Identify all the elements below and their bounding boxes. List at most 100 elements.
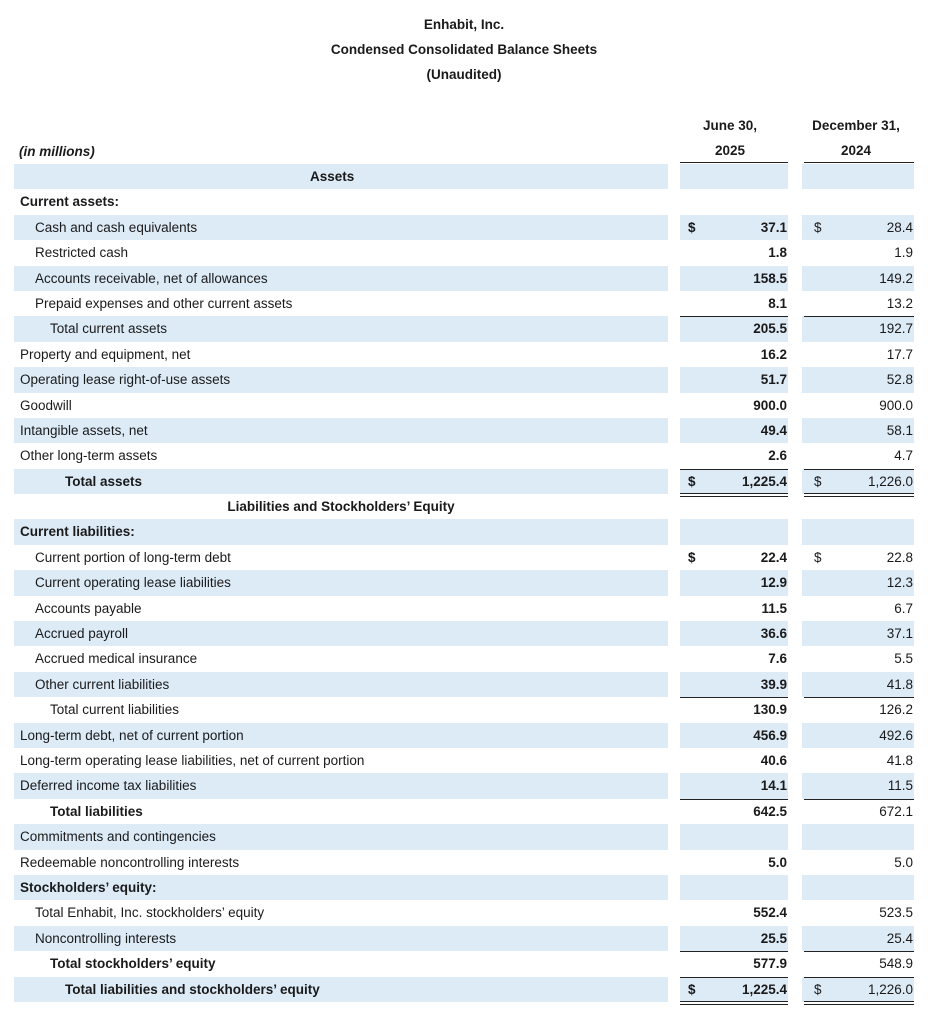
row-label: Accounts payable xyxy=(35,600,142,616)
value-december-2024: 1,226.0 xyxy=(867,473,913,489)
table-row: Accrued payroll 36.6 37.1 xyxy=(14,621,914,647)
column-gap xyxy=(788,874,802,901)
column-gap xyxy=(788,773,802,799)
value-june-2025: 7.6 xyxy=(768,651,787,667)
table-row: Property and equipment, net 16.2 17.7 xyxy=(14,342,914,367)
value-december-2024: 37.1 xyxy=(886,626,913,642)
currency-symbol: $ xyxy=(814,473,822,489)
value-december-2024: 17.7 xyxy=(886,346,913,362)
value-june-2025: 158.5 xyxy=(753,270,787,286)
table-row: Intangible assets, net 49.4 58.1 xyxy=(14,417,914,444)
column-gap xyxy=(668,874,680,901)
subtotal-rule xyxy=(804,697,914,699)
row-label: Total current liabilities xyxy=(50,702,180,718)
balance-sheet-table: Assets Current assets: Cash and cash equiv… xyxy=(14,164,914,1005)
row-label: Other long-term assets xyxy=(20,448,158,464)
currency-symbol: $ xyxy=(814,549,822,565)
value-december-2024: 6.7 xyxy=(894,600,913,616)
column-header-underline xyxy=(804,162,914,163)
table-row: Current liabilities: xyxy=(14,519,914,545)
column-gap xyxy=(668,519,680,545)
column-gap xyxy=(668,570,680,596)
subtotal-rule xyxy=(804,468,914,470)
value-december-2024: 13.2 xyxy=(886,295,913,311)
table-row: Accounts receivable, net of allowances 15… xyxy=(14,265,914,291)
row-label: Other current liabilities xyxy=(35,676,170,692)
table-row: Operating lease right-of-use assets 51.7 5… xyxy=(14,367,914,393)
column-gap xyxy=(668,722,680,748)
value-june-2025: 12.9 xyxy=(760,575,787,591)
value-june-2025: 8.1 xyxy=(768,295,787,311)
column-gap xyxy=(788,925,802,952)
column-gap xyxy=(668,621,680,647)
column-gap xyxy=(788,468,802,495)
column-gap xyxy=(788,417,802,444)
row-label: Total stockholders’ equity xyxy=(50,956,216,972)
value-june-2025: 51.7 xyxy=(760,372,787,388)
value-june-2025: 130.9 xyxy=(753,702,787,718)
column-header-june-line1: June 30, xyxy=(702,118,758,133)
value-december-2024: 5.0 xyxy=(894,854,913,870)
table-row: Accounts payable 11.5 6.7 xyxy=(14,596,914,621)
column-gap xyxy=(788,976,802,1002)
total-double-rule xyxy=(804,1000,914,1005)
value-june-2025: 14.1 xyxy=(760,778,787,794)
currency-symbol: $ xyxy=(688,981,696,997)
value-december-2024: 52.8 xyxy=(886,372,913,388)
row-label: Current portion of long-term debt xyxy=(35,549,231,565)
currency-symbol: $ xyxy=(814,219,822,235)
row-label: Operating lease right-of-use assets xyxy=(20,372,231,388)
table-row: Other long-term assets 2.6 4.7 xyxy=(14,443,914,468)
value-june-2025: 5.0 xyxy=(768,854,787,870)
row-label: Accrued payroll xyxy=(35,626,129,642)
statement-note: (Unaudited) xyxy=(426,67,502,82)
row-label: Property and equipment, net xyxy=(20,346,191,362)
table-row: Noncontrolling interests 25.5 25.4 xyxy=(14,925,914,952)
value-june-2025: 11.5 xyxy=(761,600,787,616)
subtotal-rule xyxy=(680,976,788,978)
table-row: Current operating lease liabilities 12.9 1… xyxy=(14,570,914,596)
section-header-row: Liabilities and Stockholders’ Equity xyxy=(14,494,914,519)
table-row: Long-term operating lease liabilities, n… xyxy=(14,748,914,773)
row-label: Long-term debt, net of current portion xyxy=(20,727,244,743)
row-label: Restricted cash xyxy=(35,245,129,261)
row-label: Cash and cash equivalents xyxy=(35,219,198,235)
table-row: Deferred income tax liabilities 14.1 11.5 xyxy=(14,773,914,799)
subtotal-rule xyxy=(680,316,788,318)
column-header-december-year: 2024 xyxy=(840,143,872,158)
value-december-2024: 672.1 xyxy=(879,803,913,819)
value-june-2025: 22.4 xyxy=(760,549,787,565)
value-june-2025: 25.5 xyxy=(760,930,787,946)
column-gap xyxy=(788,265,802,291)
column-gap xyxy=(668,824,680,850)
table-row: Commitments and contingencies xyxy=(14,824,914,850)
column-gap xyxy=(788,570,802,596)
value-june-2025: 577.9 xyxy=(753,956,787,972)
column-gap xyxy=(788,722,802,748)
table-row: Current portion of long-term debt $ $22.4 2… xyxy=(14,545,914,570)
table-row: Total assets $ $1,225.4 1,226.0 xyxy=(14,468,914,498)
row-label: Deferred income tax liabilities xyxy=(20,778,197,794)
currency-symbol: $ xyxy=(688,473,696,489)
value-december-2024: 58.1 xyxy=(886,422,913,438)
table-row: Total stockholders’ equity 577.9 548.9 xyxy=(14,951,914,976)
column-gap xyxy=(788,367,802,393)
value-june-2025: 456.9 xyxy=(753,727,787,743)
column-gap xyxy=(668,417,680,444)
value-june-2025: 205.5 xyxy=(753,321,787,337)
company-name: Enhabit, Inc. xyxy=(423,17,505,32)
column-gap xyxy=(788,621,802,647)
table-row: Long-term debt, net of current portion 45… xyxy=(14,722,914,748)
value-june-2025: 1.8 xyxy=(768,245,787,261)
value-june-2025: 49.4 xyxy=(760,422,787,438)
column-gap xyxy=(788,164,802,190)
column-gap xyxy=(668,468,680,495)
value-june-2025: 2.6 xyxy=(768,448,787,464)
column-gap xyxy=(668,925,680,952)
table-row: Cash and cash equivalents $ $37.1 28.4 xyxy=(14,214,914,241)
currency-symbol: $ xyxy=(688,549,696,565)
subtotal-rule xyxy=(804,976,914,978)
row-label: Commitments and contingencies xyxy=(20,829,216,845)
value-june-2025: 37.1 xyxy=(760,219,787,235)
value-june-2025: 40.6 xyxy=(760,752,787,768)
